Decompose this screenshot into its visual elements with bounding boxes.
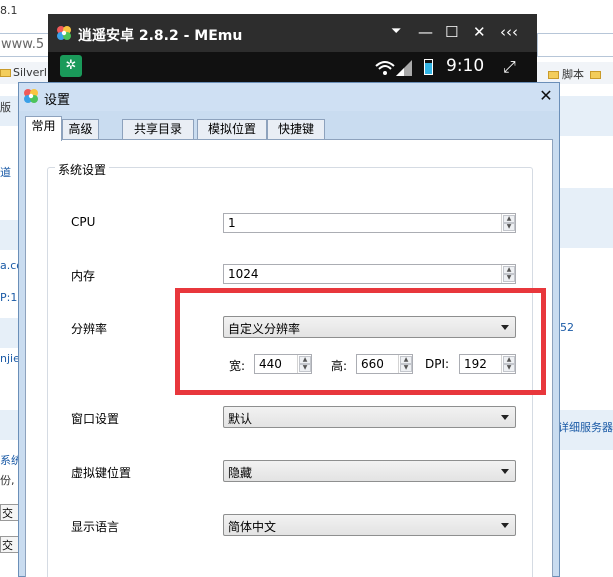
battery-icon: [424, 59, 433, 75]
bg-button[interactable]: 交: [0, 536, 20, 553]
chevron-down-icon: [501, 523, 509, 528]
fullscreen-icon[interactable]: ⤢: [503, 57, 516, 77]
memu-logo-icon: [57, 26, 71, 40]
folder-icon: [548, 71, 559, 79]
app-notification-icon: ✲: [60, 55, 82, 77]
bg-text: 52: [560, 321, 574, 334]
spin-up-icon[interactable]: ▲: [503, 215, 515, 223]
bg-button[interactable]: 交: [0, 504, 20, 521]
folder-icon: [590, 71, 601, 79]
dialog-titlebar: 设置 ✕: [19, 83, 559, 111]
wifi-signal-icon: [375, 60, 412, 76]
window-value: 默认: [228, 412, 253, 426]
close-icon[interactable]: ✕: [539, 86, 553, 105]
tab-mock-location[interactable]: 模拟位置: [197, 119, 267, 140]
memu-logo-icon: [24, 89, 38, 103]
tab-shortcuts[interactable]: 快捷键: [267, 119, 325, 140]
bg-text: 版: [0, 101, 11, 114]
virtual-keys-label: 虚拟键位置: [71, 466, 132, 480]
status-time: 9:10: [446, 56, 485, 76]
close-icon[interactable]: ✕: [473, 23, 486, 41]
maximize-icon[interactable]: ☐: [445, 23, 458, 41]
resolution-highlight-box: [175, 288, 546, 395]
emulator-title: 逍遥安卓 2.8.2 - MEmu: [78, 28, 243, 44]
tab-shared-folder[interactable]: 共享目录: [122, 119, 194, 140]
chevron-down-icon: [501, 415, 509, 420]
collapse-sidebar-icon[interactable]: ‹‹‹: [500, 23, 518, 41]
language-select[interactable]: 简体中文: [223, 514, 516, 536]
memory-spinner[interactable]: 1024 ▲ ▼: [223, 264, 516, 284]
resolution-label: 分辨率: [71, 322, 108, 336]
dropdown-menu-icon[interactable]: ⏷: [391, 23, 401, 41]
window-select[interactable]: 默认: [223, 406, 516, 428]
browser-address-bar-right[interactable]: [537, 33, 613, 57]
bg-text: P:1: [0, 291, 18, 304]
cpu-value: 1: [228, 216, 236, 230]
bookmark-left[interactable]: Silverli: [0, 66, 50, 79]
spin-up-icon[interactable]: ▲: [503, 266, 515, 274]
window-label: 窗口设置: [71, 412, 120, 426]
tab-advanced[interactable]: 高级: [62, 119, 99, 140]
emulator-titlebar: 逍遥安卓 2.8.2 - MEmu ⏷ — ☐ ✕ ‹‹‹: [48, 14, 537, 52]
chevron-down-icon: [501, 469, 509, 474]
language-label: 显示语言: [71, 520, 120, 534]
bg-text: 份,: [0, 474, 15, 487]
browser-title-fragment: 8.1: [0, 4, 18, 17]
emulator-window: 逍遥安卓 2.8.2 - MEmu ⏷ — ☐ ✕ ‹‹‹ ✲ 9:10 ⤢: [48, 14, 537, 82]
cpu-spinner[interactable]: 1 ▲ ▼: [223, 213, 516, 233]
spin-down-icon[interactable]: ▼: [503, 223, 515, 231]
bookmark-right[interactable]: 脚本: [548, 66, 601, 82]
dialog-title: 设置: [44, 93, 71, 108]
spin-down-icon[interactable]: ▼: [503, 274, 515, 282]
virtual-keys-value: 隐藏: [228, 466, 253, 480]
bg-text: njie: [0, 352, 20, 365]
bg-text: 详细服务器: [558, 421, 613, 434]
cpu-label: CPU: [71, 215, 96, 229]
android-status-bar: ✲ 9:10 ⤢: [48, 52, 537, 82]
folder-icon: [0, 69, 11, 77]
group-title: 系统设置: [55, 161, 110, 178]
memory-value: 1024: [228, 267, 259, 281]
virtual-keys-select[interactable]: 隐藏: [223, 460, 516, 482]
minimize-icon[interactable]: —: [418, 23, 433, 41]
bg-text: 道: [0, 166, 11, 179]
memory-label: 内存: [71, 269, 96, 283]
tab-general[interactable]: 常用: [25, 116, 62, 141]
language-value: 简体中文: [228, 520, 277, 534]
browser-right-content: 52 详细服务器: [558, 88, 613, 577]
